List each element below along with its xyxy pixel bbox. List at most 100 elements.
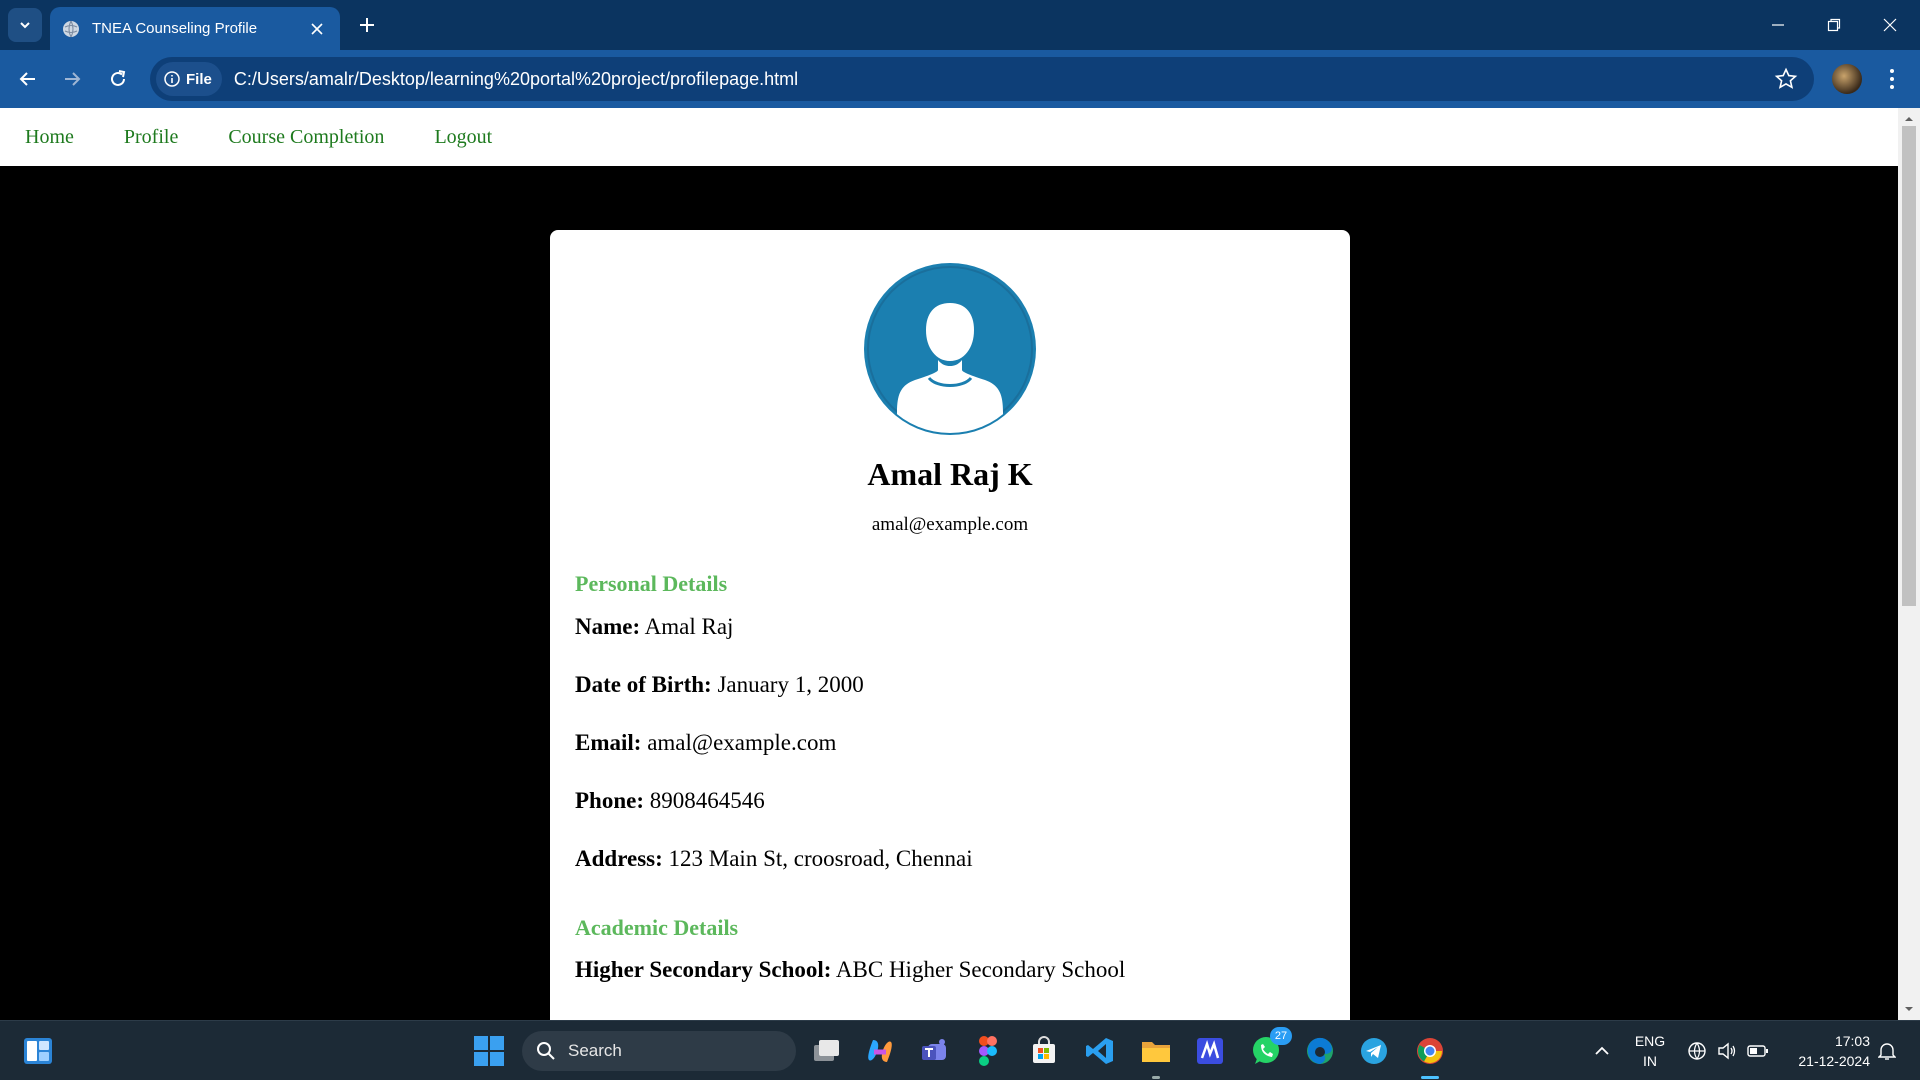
nav-profile-link[interactable]: Profile: [124, 126, 178, 149]
taskbar-store[interactable]: [1026, 1033, 1062, 1069]
notifications-button[interactable]: [1874, 1021, 1900, 1080]
app-m-icon: [1197, 1038, 1223, 1064]
figma-icon: [979, 1036, 997, 1066]
nav-course-completion-link[interactable]: Course Completion: [228, 126, 384, 149]
page-viewport: Home Profile Course Completion Logout Am…: [0, 108, 1898, 1020]
running-indicator: [1152, 1076, 1160, 1079]
chrome-icon: [1417, 1038, 1443, 1064]
clock-date: 21-12-2024: [1798, 1053, 1870, 1069]
copilot-icon: [868, 1040, 892, 1062]
detail-label: Phone:: [575, 788, 644, 813]
store-icon: [1033, 1036, 1055, 1063]
nav-home-link[interactable]: Home: [25, 126, 74, 149]
volume-status[interactable]: [1714, 1021, 1740, 1080]
browser-menu-button[interactable]: [1880, 62, 1904, 96]
tab-close-button[interactable]: [306, 18, 328, 40]
detail-label: Address:: [575, 846, 663, 871]
language-indicator[interactable]: ENG IN: [1630, 1031, 1670, 1071]
restore-icon: [1827, 18, 1841, 32]
taskbar-search-box[interactable]: Search: [522, 1031, 796, 1071]
detail-row-school: Higher Secondary School: ABC Higher Seco…: [575, 957, 1125, 983]
detail-value: 123 Main St, croosroad, Chennai: [668, 846, 973, 871]
taskbar-chrome[interactable]: [1412, 1033, 1448, 1079]
detail-row-dob: Date of Birth: January 1, 2000: [575, 672, 864, 698]
globe-network-icon: [1688, 1042, 1706, 1060]
task-view-icon: [814, 1040, 839, 1061]
url-text[interactable]: C:/Users/amalr/Desktop/learning%20portal…: [234, 69, 798, 90]
address-bar[interactable]: File C:/Users/amalr/Desktop/learning%20p…: [150, 57, 1814, 101]
telegram-icon: [1361, 1038, 1387, 1064]
taskbar-app-m[interactable]: [1192, 1033, 1228, 1069]
globe-icon: [63, 20, 79, 37]
system-clock[interactable]: 17:03 21-12-2024: [1780, 1031, 1870, 1071]
search-placeholder: Search: [568, 1041, 622, 1060]
browser-tab-strip: TNEA Counseling Profile: [0, 0, 1920, 50]
back-button[interactable]: [10, 61, 46, 97]
nav-logout-link[interactable]: Logout: [434, 126, 492, 149]
detail-row-email: Email: amal@example.com: [575, 730, 836, 756]
taskbar-copilot[interactable]: [862, 1033, 898, 1069]
forward-button[interactable]: [54, 61, 90, 97]
detail-row-phone: Phone: 8908464546: [575, 788, 765, 814]
taskbar-file-explorer[interactable]: [1138, 1033, 1174, 1079]
scroll-down-arrow-icon[interactable]: [1904, 1004, 1914, 1014]
widgets-icon[interactable]: [22, 1035, 54, 1067]
network-status[interactable]: [1684, 1021, 1710, 1080]
detail-value: Amal Raj: [644, 614, 734, 639]
windows-taskbar: Search 27 ENG IN 17:03 21-12-2024: [0, 1020, 1920, 1080]
teams-icon: [922, 1039, 946, 1060]
close-icon: [311, 22, 323, 35]
tab-search-button[interactable]: [8, 8, 42, 42]
window-close-button[interactable]: [1862, 0, 1918, 50]
notification-badge: 27: [1270, 1027, 1292, 1045]
tab-title: TNEA Counseling Profile: [92, 20, 258, 37]
arrow-right-icon: [65, 72, 81, 86]
scrollbar-thumb[interactable]: [1902, 126, 1916, 606]
close-icon: [1883, 18, 1897, 32]
arrow-left-icon: [19, 72, 35, 86]
edge-icon: [1307, 1037, 1333, 1064]
reload-button[interactable]: [100, 61, 136, 97]
lang-region: IN: [1643, 1053, 1657, 1069]
taskbar-telegram[interactable]: [1356, 1033, 1392, 1069]
show-hidden-icons-button[interactable]: [1590, 1021, 1614, 1080]
chevron-up-icon: [1595, 1046, 1609, 1055]
profile-email: amal@example.com: [871, 514, 1029, 535]
detail-value: ABC Higher Secondary School: [835, 957, 1126, 982]
site-info-chip[interactable]: File: [156, 62, 222, 96]
detail-value: January 1, 2000: [717, 672, 864, 697]
taskbar-vscode[interactable]: [1082, 1033, 1118, 1069]
taskbar-figma[interactable]: [970, 1033, 1006, 1069]
new-tab-button[interactable]: [352, 10, 382, 40]
taskbar-whatsapp[interactable]: 27: [1248, 1027, 1292, 1069]
detail-row-address: Address: 123 Main St, croosroad, Chennai: [575, 846, 973, 872]
reload-icon: [111, 70, 126, 86]
profile-avatar-button[interactable]: [1832, 64, 1862, 94]
active-app-indicator: [1421, 1076, 1439, 1079]
taskbar-task-view[interactable]: [808, 1033, 844, 1069]
battery-icon: [1747, 1045, 1768, 1057]
lang-code: ENG: [1634, 1033, 1666, 1049]
bookmark-star-icon[interactable]: [1774, 67, 1798, 91]
detail-value: 8908464546: [649, 788, 765, 813]
clock-time: 17:03: [1834, 1033, 1870, 1049]
folder-icon: [1142, 1042, 1170, 1062]
profile-name: Amal Raj K: [867, 456, 1033, 492]
scroll-up-arrow-icon[interactable]: [1904, 114, 1914, 124]
windows-start-icon[interactable]: [473, 1035, 505, 1067]
chip-label: File: [186, 70, 212, 88]
bell-icon: [1878, 1043, 1896, 1060]
page-scrollbar[interactable]: [1898, 108, 1920, 1020]
detail-row-name: Name: Amal Raj: [575, 614, 733, 640]
taskbar-teams[interactable]: [916, 1033, 952, 1069]
battery-status[interactable]: [1744, 1021, 1772, 1080]
chevron-down-icon: [20, 22, 30, 29]
minimize-button[interactable]: [1750, 0, 1806, 50]
site-navigation: Home Profile Course Completion Logout: [0, 108, 1898, 166]
active-tab[interactable]: TNEA Counseling Profile: [50, 7, 340, 50]
personal-details-heading: Personal Details: [575, 571, 728, 596]
taskbar-edge[interactable]: [1302, 1033, 1338, 1069]
browser-toolbar: File C:/Users/amalr/Desktop/learning%20p…: [0, 50, 1920, 108]
academic-details-heading: Academic Details: [575, 915, 739, 940]
restore-button[interactable]: [1806, 0, 1862, 50]
